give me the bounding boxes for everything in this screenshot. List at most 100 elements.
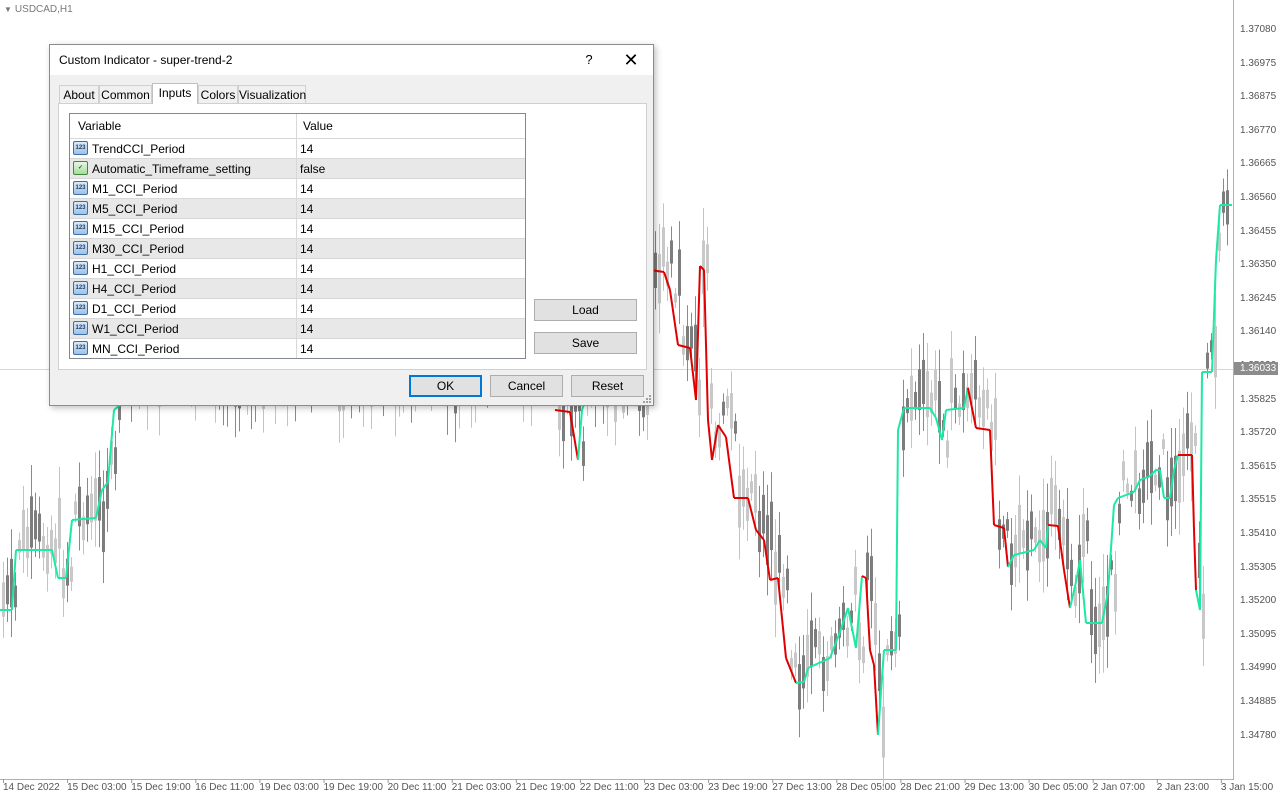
load-button[interactable]: Load [534, 299, 637, 321]
candle-body [1194, 433, 1197, 446]
time-axis-label: 2 Jan 23:00 [1156, 782, 1210, 793]
ok-button[interactable]: OK [409, 375, 482, 397]
save-button[interactable]: Save [534, 332, 637, 354]
variable-value[interactable]: 14 [300, 142, 313, 156]
price-axis-label: 1.34780 [1240, 729, 1277, 741]
table-row[interactable]: 123 M5_CCI_Period 14 [70, 198, 525, 218]
int-icon: 123 [73, 301, 88, 315]
column-header-variable[interactable]: Variable [78, 119, 121, 133]
table-row[interactable]: 123 MN_CCI_Period 14 [70, 338, 525, 358]
variable-value[interactable]: 14 [300, 302, 313, 316]
price-axis-label: 1.36975 [1240, 57, 1277, 69]
table-row[interactable]: 123 M30_CCI_Period 14 [70, 238, 525, 258]
table-row[interactable]: 123 H4_CCI_Period 14 [70, 278, 525, 298]
tab-common[interactable]: Common [99, 85, 152, 103]
column-header-value[interactable]: Value [303, 119, 333, 133]
tab-about[interactable]: About [59, 85, 99, 103]
variable-name: H4_CCI_Period [92, 282, 177, 296]
candle-body [1062, 516, 1065, 546]
candle-body [1138, 488, 1141, 514]
close-button[interactable]: ✕ [616, 47, 646, 73]
price-axis-label: 1.35410 [1240, 528, 1277, 539]
candle-body [734, 421, 737, 434]
price-axis-label: 1.34885 [1240, 696, 1277, 707]
dialog-titlebar[interactable]: Custom Indicator - super-trend-2 ? ✕ [50, 45, 653, 75]
candle-body [1082, 514, 1085, 558]
variable-name: M15_CCI_Period [92, 222, 185, 236]
candle-body [38, 513, 41, 542]
candle-body [30, 496, 33, 548]
supertrend-down-segment [725, 436, 735, 499]
candle-body [946, 440, 949, 458]
price-axis-label: 1.36245 [1240, 292, 1277, 304]
variable-value[interactable]: 14 [300, 342, 313, 356]
candle-body [62, 568, 65, 599]
price-axis-label: 1.34990 [1240, 662, 1277, 674]
candle-body [798, 664, 801, 710]
candle-body [730, 393, 733, 429]
resize-grip-icon[interactable] [641, 393, 651, 403]
supertrend-up-segment [795, 681, 805, 684]
table-row[interactable]: 123 H1_CCI_Period 14 [70, 258, 525, 278]
tab-colors[interactable]: Colors [198, 85, 238, 103]
candle-body [1206, 352, 1209, 369]
candle-body [778, 535, 781, 573]
tab-inputs[interactable]: Inputs [152, 83, 198, 104]
variable-value[interactable]: 14 [300, 282, 313, 296]
supertrend-down-segment [1047, 524, 1059, 527]
table-row[interactable]: 123 M15_CCI_Period 14 [70, 218, 525, 238]
candle-body [1030, 511, 1033, 540]
candle-body [890, 631, 893, 656]
candle-body [1098, 603, 1101, 648]
candle-body [6, 575, 9, 605]
bool-icon: ✓ [73, 161, 88, 175]
price-axis-label: 1.36665 [1240, 158, 1277, 170]
candle-body [914, 392, 917, 410]
candle-body [42, 536, 45, 558]
table-row[interactable]: 123 W1_CCI_Period 14 [70, 318, 525, 338]
variable-value[interactable]: 14 [300, 182, 313, 196]
column-divider[interactable] [296, 114, 297, 358]
time-axis-label: 19 Dec 19:00 [323, 782, 384, 793]
cancel-button[interactable]: Cancel [490, 375, 563, 397]
candle-body [1090, 589, 1093, 636]
candle-body [14, 585, 17, 608]
variable-value[interactable]: 14 [300, 222, 313, 236]
table-row[interactable]: ✓ Automatic_Timeframe_setting false [70, 158, 525, 178]
table-row[interactable]: 123 D1_CCI_Period 14 [70, 298, 525, 318]
time-axis-label: 21 Dec 19:00 [515, 782, 576, 793]
candle-body [1034, 527, 1037, 543]
candle-body [738, 475, 741, 528]
candle-body [1026, 520, 1029, 571]
reset-button[interactable]: Reset [571, 375, 644, 397]
variable-name: Automatic_Timeframe_setting [92, 162, 251, 176]
price-axis-label: 1.37080 [1240, 24, 1277, 35]
int-icon: 123 [73, 321, 88, 335]
candle-body [1202, 593, 1205, 639]
variable-value[interactable]: 14 [300, 322, 313, 336]
variable-value[interactable]: false [300, 162, 325, 176]
candle-body [986, 389, 989, 409]
supertrend-up-segment [945, 407, 965, 411]
time-axis-line [0, 779, 1233, 780]
variable-value[interactable]: 14 [300, 262, 313, 276]
candle-body [1214, 326, 1217, 378]
candle-body [86, 495, 89, 525]
tab-visualization[interactable]: Visualization [238, 85, 306, 103]
candle-body [658, 254, 661, 304]
candle-body [690, 326, 693, 349]
dropdown-triangle-icon[interactable]: ▼ [4, 5, 12, 14]
candle-body [918, 369, 921, 411]
supertrend-up-segment [1107, 504, 1115, 593]
help-button[interactable]: ? [576, 47, 602, 73]
candle-body [1186, 413, 1189, 449]
candle-body [26, 526, 29, 558]
candle-body [1070, 559, 1073, 587]
table-row[interactable]: 123 TrendCCI_Period 14 [70, 138, 525, 158]
candle-body [1226, 190, 1229, 225]
table-row[interactable]: 123 M1_CCI_Period 14 [70, 178, 525, 198]
variable-value[interactable]: 14 [300, 202, 313, 216]
variable-value[interactable]: 14 [300, 242, 313, 256]
candle-body [698, 379, 701, 416]
candle-body [746, 487, 749, 521]
